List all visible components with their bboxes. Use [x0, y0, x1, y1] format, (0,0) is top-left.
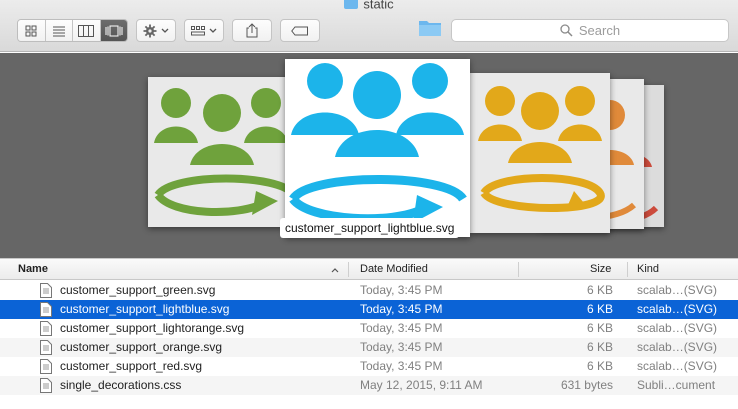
file-kind: scalab…(SVG): [637, 359, 718, 373]
dropbox-folder-icon[interactable]: [418, 18, 442, 38]
table-row[interactable]: customer_support_lightorange.svg Today, …: [0, 319, 738, 338]
column-separator[interactable]: [348, 262, 349, 277]
file-date: Today, 3:45 PM: [360, 321, 443, 335]
action-menu-button[interactable]: [136, 19, 176, 42]
coverflow-card-lightblue[interactable]: [285, 59, 470, 237]
file-name: single_decorations.css: [60, 378, 182, 392]
tag-icon: [291, 26, 308, 35]
file-icon: [40, 283, 52, 298]
column-separator[interactable]: [627, 262, 628, 277]
column-header-size[interactable]: Size: [590, 259, 611, 280]
file-name: customer_support_red.svg: [60, 359, 203, 373]
gear-icon: [143, 24, 157, 37]
file-name: customer_support_green.svg: [60, 283, 216, 297]
file-kind: scalab…(SVG): [637, 321, 718, 335]
file-date: Today, 3:45 PM: [360, 359, 443, 373]
table-row[interactable]: customer_support_red.svg Today, 3:45 PM …: [0, 357, 738, 376]
search-icon: [560, 24, 573, 37]
view-switcher: [17, 19, 128, 42]
file-icon: [40, 321, 52, 336]
customer-support-green-icon: [154, 88, 298, 216]
list-header: Name Date Modified Size Kind: [0, 258, 738, 280]
table-row[interactable]: customer_support_orange.svg Today, 3:45 …: [0, 338, 738, 357]
tags-button[interactable]: [280, 19, 320, 42]
table-row[interactable]: single_decorations.css May 12, 2015, 9:1…: [0, 376, 738, 395]
coverflow-caption: customer_support_lightblue.svg: [280, 218, 460, 238]
file-icon: [40, 378, 52, 393]
columns-icon: [78, 24, 95, 37]
sort-ascending-icon: [331, 268, 339, 273]
share-button[interactable]: [232, 19, 272, 42]
file-size: 631 bytes: [560, 378, 613, 392]
file-name: customer_support_orange.svg: [60, 340, 223, 354]
file-icon: [40, 359, 52, 374]
customer-support-lightorange-icon: [478, 86, 605, 212]
coverflow-icon: [105, 25, 123, 36]
column-separator[interactable]: [518, 262, 519, 277]
search-input[interactable]: Search: [451, 19, 729, 42]
file-size: 6 KB: [586, 283, 613, 297]
file-kind: Subli…cument: [637, 378, 716, 392]
coverflow-card-green[interactable]: [148, 77, 298, 227]
file-date: Today, 3:45 PM: [360, 340, 443, 354]
folder-icon: [344, 0, 359, 10]
file-date: Today, 3:45 PM: [360, 283, 443, 297]
column-header-name[interactable]: Name: [18, 259, 48, 280]
column-header-date[interactable]: Date Modified: [360, 259, 428, 280]
file-name: customer_support_lightblue.svg: [60, 302, 230, 316]
file-kind: scalab…(SVG): [637, 340, 718, 354]
toolbar: static Search: [0, 0, 738, 52]
file-date: May 12, 2015, 9:11 AM: [360, 378, 483, 392]
coverflow-view-button[interactable]: [100, 20, 127, 41]
file-kind: scalab…(SVG): [637, 283, 718, 297]
table-row-empty: [0, 395, 738, 409]
arrange-grid-icon: [191, 25, 205, 35]
file-date: Today, 3:45 PM: [360, 302, 443, 316]
coverflow-area[interactable]: customer_support_lightblue.svg: [0, 53, 738, 258]
list-view-button[interactable]: [45, 20, 73, 41]
grid-icon: [25, 25, 37, 36]
file-icon: [40, 340, 52, 355]
file-size: 6 KB: [586, 321, 613, 335]
file-name: customer_support_lightorange.svg: [60, 321, 245, 335]
chevron-down-icon: [161, 28, 169, 33]
table-row[interactable]: customer_support_green.svg Today, 3:45 P…: [0, 281, 738, 300]
file-size: 6 KB: [586, 340, 613, 354]
list-icon: [52, 26, 65, 36]
window-title: static: [0, 0, 738, 12]
chevron-down-icon: [209, 28, 217, 33]
arrange-menu-button[interactable]: [184, 19, 224, 42]
file-icon: [40, 302, 52, 317]
file-size: 6 KB: [586, 359, 613, 373]
customer-support-lightblue-icon: [289, 63, 467, 224]
table-row-selected[interactable]: customer_support_lightblue.svg Today, 3:…: [0, 300, 738, 319]
column-header-kind[interactable]: Kind: [637, 259, 659, 280]
file-kind: scalab…(SVG): [637, 302, 718, 316]
file-list: customer_support_green.svg Today, 3:45 P…: [0, 281, 738, 409]
share-icon: [246, 23, 258, 38]
coverflow-card-lightorange[interactable]: [470, 73, 610, 233]
icon-view-button[interactable]: [18, 20, 46, 41]
column-view-button[interactable]: [73, 20, 101, 41]
file-size: 6 KB: [586, 302, 613, 316]
